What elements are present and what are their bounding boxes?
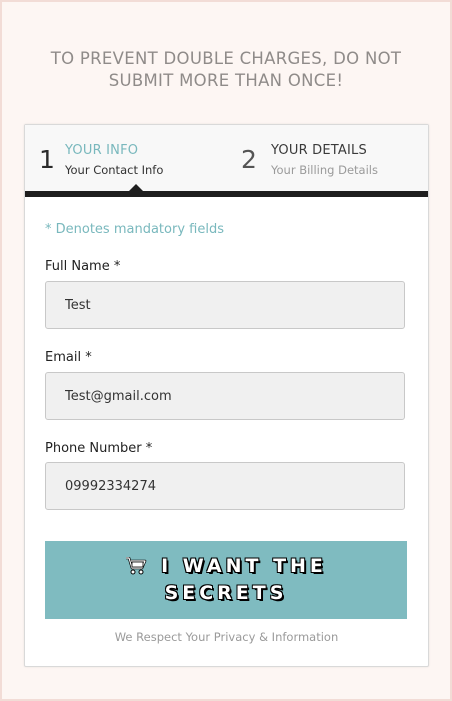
step-indicator: 1 YOUR INFO Your Contact Info 2 YOUR DET… — [25, 125, 428, 191]
privacy-note: We Respect Your Privacy & Information — [114, 630, 339, 644]
submit-label-line-1: I WANT THE — [161, 555, 327, 577]
submit-label-line-2: SECRETS — [164, 582, 288, 604]
order-form-card: 1 YOUR INFO Your Contact Info 2 YOUR DET… — [24, 124, 429, 667]
double-charge-warning: TO PREVENT DOUBLE CHARGES, DO NOT SUBMIT… — [0, 48, 452, 92]
full-name-label: Full Name * — [45, 259, 121, 274]
step-title: YOUR INFO — [65, 143, 139, 158]
step-subtitle: Your Billing Details — [271, 163, 378, 177]
phone-number-input[interactable] — [45, 462, 405, 510]
email-input[interactable] — [45, 372, 405, 420]
step-progress-bar — [25, 191, 428, 197]
warning-line-1: TO PREVENT DOUBLE CHARGES, DO NOT — [50, 49, 402, 68]
email-label: Email * — [45, 350, 92, 365]
step-number: 1 — [39, 145, 55, 174]
phone-number-label: Phone Number * — [45, 441, 153, 456]
step-title: YOUR DETAILS — [271, 143, 367, 158]
cart-icon — [125, 556, 147, 580]
warning-line-2: SUBMIT MORE THAN ONCE! — [108, 71, 344, 90]
step-number: 2 — [241, 145, 257, 174]
submit-button[interactable]: I WANT THE SECRETS — [45, 541, 407, 619]
full-name-input[interactable] — [45, 281, 405, 329]
active-step-caret — [128, 184, 144, 192]
step-your-details[interactable]: 2 YOUR DETAILS Your Billing Details — [225, 125, 428, 191]
step-subtitle: Your Contact Info — [65, 163, 164, 177]
step-your-info[interactable]: 1 YOUR INFO Your Contact Info — [25, 125, 225, 191]
mandatory-fields-note: * Denotes mandatory fields — [45, 222, 224, 237]
